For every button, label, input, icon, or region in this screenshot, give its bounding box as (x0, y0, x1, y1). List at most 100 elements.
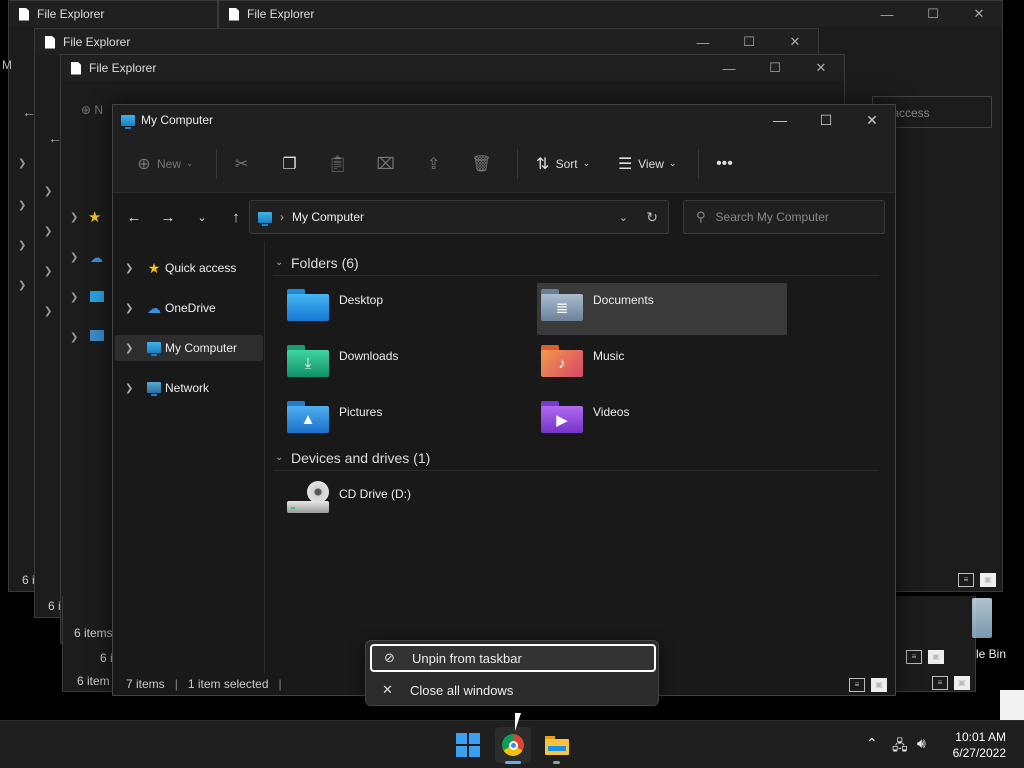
breadcrumb[interactable]: My Computer (292, 210, 364, 224)
chevron-right-icon[interactable]: ❯ (125, 383, 143, 394)
close-button[interactable]: ✕ (849, 105, 895, 135)
start-button[interactable] (450, 727, 486, 763)
folder-documents[interactable]: ≣ Documents (537, 283, 787, 335)
bg-status-count: 6 i (22, 573, 35, 587)
drives-group-header[interactable]: ⌄ Devices and drives (1) (273, 445, 879, 471)
sort-button[interactable]: ⇅ Sort ⌄ (530, 154, 590, 174)
nav-item-onedrive[interactable]: ❯ ☁ OneDrive (115, 295, 263, 321)
search-icon: ⚲ (696, 209, 706, 224)
chevron-right-icon[interactable]: ❯ (18, 280, 26, 291)
network-status-icon[interactable]: 🖧︎ (892, 735, 908, 759)
chevron-right-icon[interactable]: ❯ (44, 186, 52, 197)
tiles-view-icon[interactable]: ▣ (954, 676, 970, 690)
volume-icon[interactable]: 🔊︎ (917, 735, 926, 752)
chevron-right-icon[interactable]: ❯ (44, 266, 52, 277)
chevron-right-icon[interactable]: ❯ (18, 158, 26, 169)
details-view-icon[interactable]: ≡ (958, 573, 974, 587)
chevron-right-icon[interactable]: ❯ (18, 240, 26, 251)
details-view-icon[interactable]: ≡ (906, 650, 922, 664)
chevron-down-icon: ⌄ (275, 452, 284, 463)
folder-pictures[interactable]: ▲ Pictures (283, 395, 533, 447)
tiles-view-icon[interactable]: ▣ (928, 650, 944, 664)
drive-cd-d[interactable]: CD Drive (D:) (283, 477, 533, 529)
computer-icon (121, 114, 135, 129)
chevron-right-icon[interactable]: ❯ (125, 303, 143, 314)
file-explorer-taskbar-button[interactable] (539, 727, 575, 763)
tiles-view-icon[interactable]: ▣ (980, 573, 996, 587)
bg-window-title: File Explorer (37, 7, 105, 21)
rename-button[interactable]: ⌧ (373, 154, 399, 174)
clock[interactable]: 10:01 AM 6/27/2022 (953, 729, 1006, 761)
up-button[interactable]: ↑ (219, 209, 253, 226)
chevron-right-icon[interactable]: ❯ (125, 263, 143, 274)
bg-status-count: 6 i (48, 599, 61, 613)
close-icon[interactable]: ✕ (772, 29, 818, 55)
maximize-icon[interactable]: ☐ (726, 29, 772, 55)
chevron-right-icon[interactable]: ❯ (70, 252, 78, 263)
file-explorer-window[interactable]: My Computer — ☐ ✕ ⊕ New ⌄ ✂ ❐ 📋︎ ⌧ ⇪ 🗑︎ … (112, 104, 896, 696)
bg-window-title: File Explorer (247, 7, 315, 21)
folder-downloads[interactable]: ⤓ Downloads (283, 339, 533, 391)
nav-item-network[interactable]: ❯ Network (115, 375, 263, 401)
nav-item-quick-access[interactable]: ❯ ★ Quick access (115, 255, 263, 281)
document-icon (229, 7, 239, 21)
close-icon[interactable]: ✕ (956, 1, 1002, 27)
recycle-bin-desktop-icon[interactable] (972, 598, 992, 638)
chevron-right-icon[interactable]: ❯ (44, 226, 52, 237)
clock-time: 10:01 AM (955, 730, 1006, 744)
chevron-up-icon[interactable]: ⌃ (866, 735, 878, 752)
cut-button[interactable]: ✂ (229, 154, 255, 174)
refresh-icon[interactable]: ↻ (646, 209, 658, 226)
chrome-taskbar-button[interactable] (495, 727, 531, 763)
new-button[interactable]: ⊕ New ⌄ (131, 154, 193, 174)
back-button[interactable]: ← (117, 209, 151, 226)
minimize-icon[interactable]: — (680, 29, 726, 55)
network-icon (143, 380, 165, 396)
folder-desktop[interactable]: Desktop (283, 283, 533, 335)
chevron-down-icon: ⌄ (668, 158, 677, 168)
close-all-windows-item[interactable]: ✕ Close all windows (370, 676, 656, 704)
close-icon[interactable]: ✕ (798, 55, 844, 81)
forward-button[interactable]: → (151, 209, 185, 226)
folder-videos[interactable]: ▶ Videos (537, 395, 787, 447)
more-options-button[interactable]: ••• (711, 155, 737, 173)
address-bar[interactable]: › My Computer ⌄ ↻ (249, 200, 669, 234)
minimize-button[interactable]: — (757, 105, 803, 135)
maximize-icon[interactable]: ☐ (910, 1, 956, 27)
chevron-down-icon[interactable]: ⌄ (619, 211, 628, 224)
details-view-icon[interactable]: ≡ (932, 676, 948, 690)
unpin-icon: ⊘ (384, 650, 395, 665)
chevron-right-icon[interactable]: ❯ (18, 200, 26, 211)
command-bar: ⊕ New ⌄ ✂ ❐ 📋︎ ⌧ ⇪ 🗑︎ ⇅ Sort ⌄ ☰ View ⌄ … (113, 135, 895, 193)
folders-group-header[interactable]: ⌄ Folders (6) (273, 250, 879, 276)
chevron-right-icon[interactable]: ❯ (70, 212, 78, 223)
back-arrow-icon[interactable]: ← (22, 104, 36, 120)
minimize-icon[interactable]: — (706, 55, 752, 81)
back-arrow-icon[interactable]: ← (48, 130, 62, 146)
recent-locations-button[interactable]: ⌄ (185, 211, 219, 224)
close-icon: ✕ (382, 682, 393, 697)
search-input[interactable]: ⚲ Search My Computer (683, 200, 885, 234)
details-view-icon[interactable]: ≡ (849, 678, 865, 692)
view-button[interactable]: ☰ View ⌄ (612, 154, 677, 174)
chevron-right-icon[interactable]: ❯ (125, 343, 143, 354)
desktop-folder-icon (287, 287, 329, 321)
copy-button[interactable]: ❐ (277, 154, 303, 174)
maximize-button[interactable]: ☐ (803, 105, 849, 135)
paste-button[interactable]: 📋︎ (325, 154, 351, 174)
nav-item-my-computer[interactable]: ❯ My Computer (115, 335, 263, 361)
share-button[interactable]: ⇪ (421, 154, 447, 174)
bg-status-count: 6 items (74, 626, 113, 640)
title-bar[interactable]: My Computer — ☐ ✕ (113, 105, 895, 135)
tiles-view-icon[interactable]: ▣ (871, 678, 887, 692)
folder-music[interactable]: ♪ Music (537, 339, 787, 391)
maximize-icon[interactable]: ☐ (752, 55, 798, 81)
chevron-right-icon[interactable]: ❯ (44, 306, 52, 317)
chevron-right-icon[interactable]: ❯ (70, 292, 78, 303)
computer-icon (258, 211, 272, 226)
delete-button[interactable]: 🗑︎ (469, 154, 495, 174)
pictures-folder-icon: ▲ (287, 399, 329, 433)
unpin-from-taskbar-item[interactable]: ⊘ Unpin from taskbar (370, 644, 656, 672)
minimize-icon[interactable]: — (864, 1, 910, 27)
chevron-right-icon[interactable]: ❯ (70, 332, 78, 343)
